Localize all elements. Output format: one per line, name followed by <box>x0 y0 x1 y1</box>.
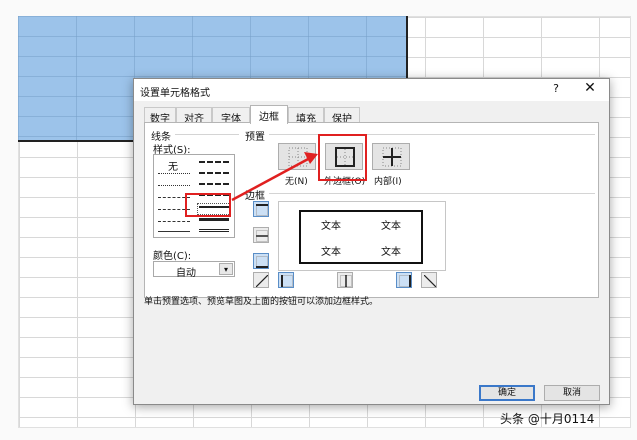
preview-text: 文本 <box>381 221 401 232</box>
border-inside-horizontal-button[interactable] <box>253 227 269 243</box>
line-style-hair[interactable] <box>158 173 190 174</box>
border-top-button[interactable] <box>253 201 269 217</box>
border-none-icon <box>288 147 308 167</box>
line-style-medium-dash-dot-dot[interactable] <box>199 161 229 163</box>
group-divider <box>175 134 239 135</box>
hint-text: 单击预置选项、预览草图及上面的按钮可以添加边框样式。 <box>144 297 379 307</box>
color-dropdown[interactable]: 自动 ▾ <box>153 261 235 279</box>
format-cells-dialog: 设置单元格格式 ? ✕ 数字 对齐 字体 边框 填充 保护 线条 样式(S): … <box>133 78 610 405</box>
color-value: 自动 <box>176 268 196 279</box>
ok-button[interactable]: 确定 <box>479 385 535 401</box>
line-style-dotted[interactable] <box>158 185 190 186</box>
preview-text: 文本 <box>321 221 341 232</box>
highlight-line-style <box>185 193 231 217</box>
close-button[interactable]: ✕ <box>578 80 602 98</box>
border-inside-vertical-button[interactable] <box>337 272 353 288</box>
preset-none-label: 无(N) <box>285 177 308 187</box>
tab-protection[interactable]: 保护 <box>324 107 360 125</box>
preset-inside-button[interactable] <box>372 143 410 170</box>
preview-text: 文本 <box>321 247 341 258</box>
line-style-dashed[interactable] <box>158 221 190 222</box>
border-diagonal-down-button[interactable] <box>421 272 437 288</box>
chevron-down-icon[interactable]: ▾ <box>219 263 233 275</box>
preset-none-button[interactable] <box>278 143 316 170</box>
border-right-icon <box>399 275 411 287</box>
border-left-button[interactable] <box>278 272 294 288</box>
border-bottom-button[interactable] <box>253 253 269 269</box>
border-bottom-icon <box>256 256 268 268</box>
help-button[interactable]: ? <box>546 82 566 98</box>
tab-alignment[interactable]: 对齐 <box>176 107 212 125</box>
border-diagonal-up-button[interactable] <box>253 272 269 288</box>
preview-text: 文本 <box>381 247 401 258</box>
border-right-button[interactable] <box>396 272 412 288</box>
border-inside-icon <box>382 147 402 167</box>
border-preview[interactable]: 文本 文本 文本 文本 <box>278 201 446 271</box>
diagonal-up-icon <box>256 275 268 287</box>
watermark: 头条 @十月0114 <box>500 412 595 426</box>
line-style-double[interactable] <box>199 229 229 232</box>
tab-number[interactable]: 数字 <box>144 107 176 125</box>
border-top-icon <box>256 204 268 216</box>
preset-inside-label: 内部(I) <box>374 177 402 187</box>
line-style-thick[interactable] <box>199 218 229 221</box>
cancel-button[interactable]: 取消 <box>544 385 600 401</box>
presets-label: 预置 <box>245 132 265 143</box>
tab-font[interactable]: 字体 <box>212 107 250 125</box>
border-group-label: 边框 <box>245 191 265 202</box>
dialog-title: 设置单元格格式 <box>140 88 210 99</box>
dialog-titlebar: 设置单元格格式 ? ✕ <box>134 79 609 101</box>
preview-outline-box: 文本 文本 文本 文本 <box>299 210 423 264</box>
line-style-none[interactable]: 无 <box>168 158 178 173</box>
border-middle-icon <box>256 230 268 242</box>
line-style-thin[interactable] <box>158 231 190 232</box>
line-style-medium-dash-dot[interactable] <box>199 183 229 185</box>
color-label: 颜色(C): <box>153 251 192 262</box>
border-left-icon <box>281 275 293 287</box>
group-divider <box>269 193 595 194</box>
line-style-slant-dash-dot[interactable] <box>199 172 229 174</box>
tab-fill[interactable]: 填充 <box>288 107 324 125</box>
diagonal-down-icon <box>424 275 436 287</box>
highlight-outline-preset <box>318 134 367 181</box>
tab-border[interactable]: 边框 <box>250 105 288 124</box>
border-center-icon <box>340 275 352 287</box>
